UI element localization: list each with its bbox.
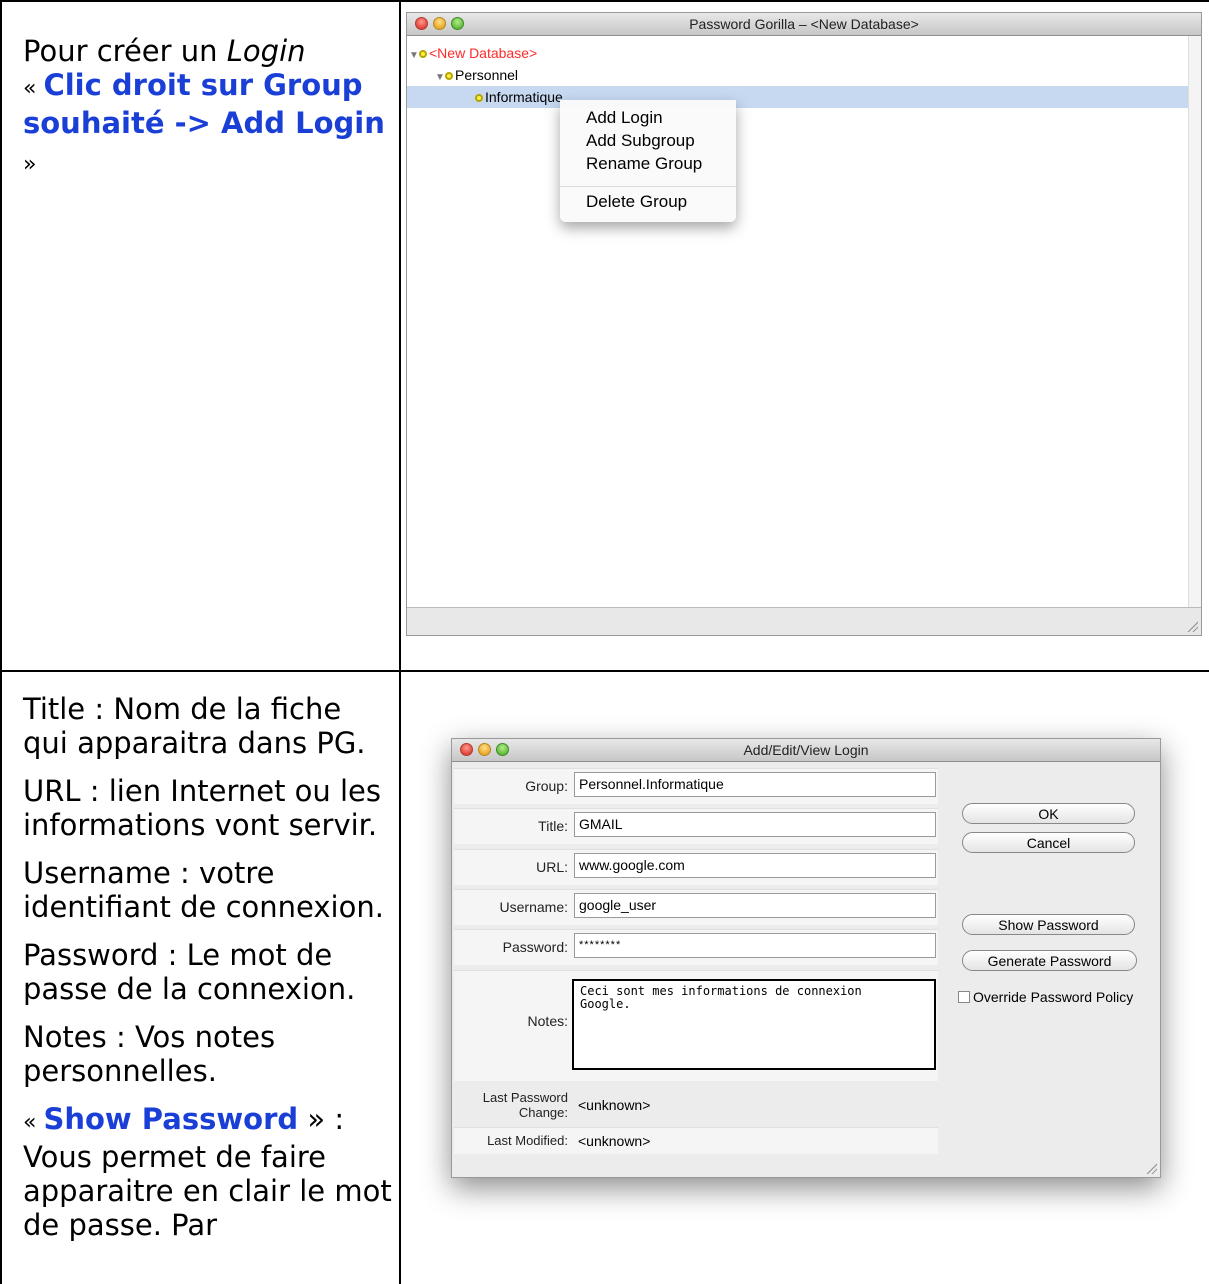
desc-show-password: « Show Password » : Vous permet de faire… <box>23 1102 395 1242</box>
tree-item-label: <New Database> <box>429 45 538 61</box>
password-label: Password: <box>502 939 568 955</box>
group-node-icon <box>445 72 453 81</box>
instruction-text: Pour créer un Login « Clic droit sur Gro… <box>23 34 393 182</box>
table-rule-center <box>399 0 401 1284</box>
field-descriptions: Title : Nom de la fiche qui apparaitra d… <box>23 692 395 1256</box>
quote-open: « <box>23 76 44 101</box>
intro-login-italic: Login <box>226 34 306 68</box>
row-password: Password: ******** <box>454 929 938 965</box>
desc-username: Username : votre identifiant de connexio… <box>23 856 384 924</box>
close-icon[interactable] <box>415 17 428 30</box>
desc-title: Title : Nom de la fiche qui apparaitra d… <box>23 692 366 760</box>
resize-grip-icon[interactable] <box>1145 1162 1157 1174</box>
menu-item-add-login[interactable]: Add Login <box>586 106 663 130</box>
instruction-keyword: Clic droit sur Group souhaité -> Add Log… <box>23 68 385 140</box>
tree-item-informatique[interactable]: Informatique <box>407 86 1189 108</box>
username-field[interactable]: google_user <box>574 893 936 918</box>
close-icon[interactable] <box>460 743 473 756</box>
tree-item-database[interactable]: ▼ <New Database> <box>407 42 1189 64</box>
notes-field[interactable]: Ceci sont mes informations de connexion … <box>572 979 936 1070</box>
row-url: URL: www.google.com <box>454 849 938 885</box>
minimize-icon[interactable] <box>433 17 446 30</box>
row-last-password-change: Last Password Change: <unknown> <box>454 1089 938 1121</box>
row-group: Group: Personnel.Informatique <box>454 768 938 804</box>
last-password-change-value: <unknown> <box>578 1097 651 1113</box>
intro-text: Pour créer un <box>23 34 227 68</box>
menu-item-rename-group[interactable]: Rename Group <box>586 152 702 176</box>
vertical-scrollbar[interactable] <box>1188 36 1201 607</box>
last-modified-value: <unknown> <box>578 1133 651 1149</box>
minimize-icon[interactable] <box>478 743 491 756</box>
login-dialog: Add/Edit/View Login Group: Personnel.Inf… <box>451 738 1161 1178</box>
menu-separator <box>560 186 736 187</box>
tree-item-personnel[interactable]: ▼ Personnel <box>407 64 1189 86</box>
row-username: Username: google_user <box>454 889 938 925</box>
password-field[interactable]: ******** <box>574 933 936 958</box>
menu-item-add-subgroup[interactable]: Add Subgroup <box>586 129 695 153</box>
quote-close: » <box>23 152 37 177</box>
group-node-icon <box>475 94 483 103</box>
table-rule-left <box>0 0 2 1284</box>
override-password-policy-checkbox[interactable] <box>958 991 970 1003</box>
menu-item-delete-group[interactable]: Delete Group <box>586 190 687 214</box>
url-field[interactable]: www.google.com <box>574 853 936 878</box>
generate-password-button[interactable]: Generate Password <box>962 950 1137 971</box>
window-title: Password Gorilla – <New Database> <box>689 16 919 32</box>
password-gorilla-window: Password Gorilla – <New Database> ▼ <New … <box>406 12 1202 636</box>
zoom-icon[interactable] <box>451 17 464 30</box>
cancel-button[interactable]: Cancel <box>962 832 1135 853</box>
row-title: Title: GMAIL <box>454 808 938 844</box>
quote-open-2: « <box>23 1110 44 1135</box>
status-bar <box>407 607 1201 635</box>
resize-grip-icon[interactable] <box>1186 620 1198 632</box>
traffic-lights <box>415 17 464 30</box>
show-password-keyword: Show Password <box>43 1102 299 1136</box>
tree-item-label: Personnel <box>455 67 519 83</box>
last-modified-label: Last Modified: <box>487 1133 568 1148</box>
username-label: Username: <box>499 899 568 915</box>
context-menu: Add Login Add Subgroup Rename Group Dele… <box>560 100 736 222</box>
group-field[interactable]: Personnel.Informatique <box>574 772 936 797</box>
ok-button[interactable]: OK <box>962 803 1135 824</box>
dialog-titlebar[interactable]: Add/Edit/View Login <box>452 739 1160 762</box>
group-node-icon <box>419 50 427 59</box>
title-field[interactable]: GMAIL <box>574 812 936 837</box>
tree-view[interactable]: ▼ <New Database> ▼ Personnel Informatique <box>407 36 1189 607</box>
notes-label: Notes: <box>527 1013 568 1029</box>
desc-password: Password : Le mot de passe de la connexi… <box>23 938 356 1006</box>
group-label: Group: <box>525 778 568 794</box>
dialog-title: Add/Edit/View Login <box>743 742 869 758</box>
last-password-change-label-1: Last Password <box>482 1090 568 1105</box>
show-password-button[interactable]: Show Password <box>962 914 1135 935</box>
last-password-change-label-2: Change: <box>518 1105 568 1120</box>
row-last-modified: Last Modified: <unknown> <box>454 1127 938 1154</box>
table-rule-top <box>0 0 1209 2</box>
table-rule-middle <box>0 670 1209 672</box>
tree-item-label: Informatique <box>485 89 563 105</box>
desc-notes: Notes : Vos notes personnelles. <box>23 1020 276 1088</box>
desc-url: URL : lien Internet ou les informations … <box>23 774 382 842</box>
title-label: Title: <box>538 818 568 834</box>
override-password-policy-label: Override Password Policy <box>973 989 1134 1005</box>
traffic-lights <box>460 743 509 756</box>
url-label: URL: <box>536 859 568 875</box>
zoom-icon[interactable] <box>496 743 509 756</box>
window-titlebar[interactable]: Password Gorilla – <New Database> <box>407 13 1201 36</box>
